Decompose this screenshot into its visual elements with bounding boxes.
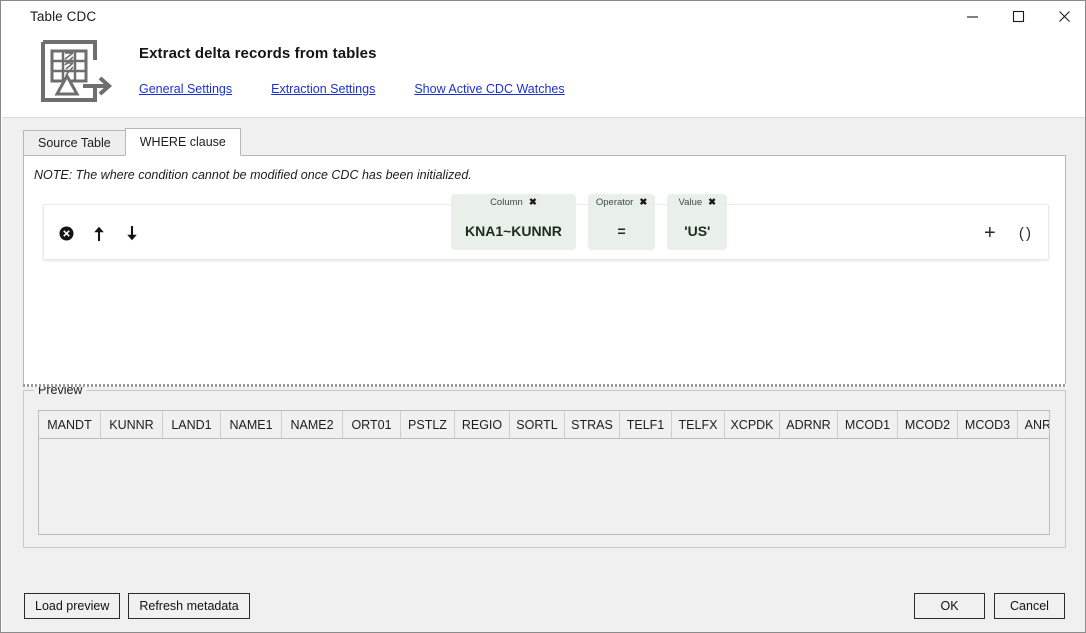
chip-value[interactable]: Value ✖ 'US' xyxy=(667,194,728,250)
preview-table-body xyxy=(39,439,1049,534)
arrow-up-icon[interactable] xyxy=(89,223,109,243)
preview-column-header[interactable]: XCPDK xyxy=(725,411,780,438)
preview-column-header[interactable]: MANDT xyxy=(39,411,101,438)
table-cdc-window: Table CDC Extract delta records from tab… xyxy=(0,0,1086,633)
chip-operator[interactable]: Operator ✖ = xyxy=(587,194,656,250)
condition-row-actions xyxy=(44,205,142,261)
circle-x-icon[interactable] xyxy=(56,223,76,243)
preview-group: Preview MANDT KUNNR LAND1 NAME1 NAME2 ORT01 PS… xyxy=(23,383,1066,548)
minimize-icon[interactable] xyxy=(949,1,995,32)
chip-operator-head: Operator ✖ xyxy=(588,194,655,211)
table-delta-extract-icon xyxy=(39,38,113,104)
tab-source-table[interactable]: Source Table xyxy=(23,130,126,156)
chip-value-head: Value ✖ xyxy=(667,194,727,211)
cancel-button[interactable]: Cancel xyxy=(994,593,1065,619)
preview-table[interactable]: MANDT KUNNR LAND1 NAME1 NAME2 ORT01 PSTLZ REGIO… xyxy=(38,410,1050,535)
preview-column-header[interactable]: TELFX xyxy=(672,411,725,438)
preview-column-header[interactable]: MCOD2 xyxy=(898,411,958,438)
body-area: Source Table WHERE clause NOTE: The wher… xyxy=(2,117,1085,632)
preview-column-header[interactable]: TELF1 xyxy=(620,411,672,438)
preview-column-header[interactable]: NAME2 xyxy=(282,411,343,438)
link-general-settings[interactable]: General Settings xyxy=(139,82,232,96)
arrow-down-icon[interactable] xyxy=(122,223,142,243)
refresh-metadata-button[interactable]: Refresh metadata xyxy=(128,593,250,619)
window-controls xyxy=(949,1,1085,32)
preview-column-header[interactable]: REGIO xyxy=(455,411,510,438)
tab-where-clause-label: WHERE clause xyxy=(139,135,226,149)
footer-bar: Load preview Refresh metadata OK Cancel xyxy=(2,573,1085,632)
footer-right-buttons: OK Cancel xyxy=(914,593,1065,619)
chip-value-value[interactable]: 'US' xyxy=(667,211,727,250)
window-title: Table CDC xyxy=(30,9,97,24)
chip-value-label: Value xyxy=(678,197,703,208)
footer-left-buttons: Load preview Refresh metadata xyxy=(24,593,250,619)
chip-column[interactable]: Column ✖ KNA1~KUNNR xyxy=(451,194,576,250)
chip-column-value[interactable]: KNA1~KUNNR xyxy=(451,211,576,250)
preview-column-header[interactable]: STRAS xyxy=(565,411,620,438)
preview-table-header: MANDT KUNNR LAND1 NAME1 NAME2 ORT01 PSTLZ REGIO… xyxy=(39,411,1049,439)
close-icon[interactable] xyxy=(1041,1,1085,32)
header-links: General Settings Extraction Settings Sho… xyxy=(139,82,565,96)
panel-bottom-divider xyxy=(23,384,1066,387)
preview-column-header[interactable]: NAME1 xyxy=(221,411,282,438)
header-banner: Extract delta records from tables Genera… xyxy=(2,32,1085,117)
page-title: Extract delta records from tables xyxy=(139,45,377,62)
preview-column-header[interactable]: SORTL xyxy=(510,411,565,438)
where-clause-note: NOTE: The where condition cannot be modi… xyxy=(34,168,472,182)
condition-row-right-actions: + ( ) xyxy=(981,205,1031,261)
chip-column-head: Column ✖ xyxy=(451,194,576,211)
condition-chips: Column ✖ KNA1~KUNNR Operator ✖ = Value ✖… xyxy=(451,194,728,250)
add-condition-button[interactable]: + xyxy=(981,223,999,243)
tab-strip: Source Table WHERE clause xyxy=(23,128,241,156)
preview-column-header[interactable]: KUNNR xyxy=(101,411,163,438)
preview-column-header[interactable]: ADRNR xyxy=(780,411,838,438)
maximize-icon[interactable] xyxy=(995,1,1041,32)
preview-column-header[interactable]: MCOD3 xyxy=(958,411,1018,438)
chip-column-close-icon[interactable]: ✖ xyxy=(529,198,537,208)
chip-value-close-icon[interactable]: ✖ xyxy=(708,198,716,208)
load-preview-button[interactable]: Load preview xyxy=(24,593,121,619)
tab-source-table-label: Source Table xyxy=(38,136,111,150)
add-group-parenthesis-button[interactable]: ( ) xyxy=(1019,226,1031,241)
condition-row: Column ✖ KNA1~KUNNR Operator ✖ = Value ✖… xyxy=(43,194,1049,261)
where-clause-panel: NOTE: The where condition cannot be modi… xyxy=(23,155,1066,385)
link-show-active-cdc-watches[interactable]: Show Active CDC Watches xyxy=(414,82,564,96)
chip-operator-label: Operator xyxy=(595,197,634,208)
chip-column-label: Column xyxy=(490,197,523,208)
ok-button[interactable]: OK xyxy=(914,593,985,619)
chip-operator-close-icon[interactable]: ✖ xyxy=(639,198,647,208)
link-extraction-settings[interactable]: Extraction Settings xyxy=(271,82,375,96)
preview-column-header[interactable]: LAND1 xyxy=(163,411,221,438)
tab-where-clause[interactable]: WHERE clause xyxy=(124,128,241,156)
preview-column-header[interactable]: ANRED xyxy=(1018,411,1049,438)
preview-column-header[interactable]: MCOD1 xyxy=(838,411,898,438)
chip-operator-value[interactable]: = xyxy=(588,211,655,250)
preview-column-header[interactable]: ORT01 xyxy=(343,411,401,438)
preview-column-header[interactable]: PSTLZ xyxy=(401,411,455,438)
title-bar: Table CDC xyxy=(1,1,1085,32)
